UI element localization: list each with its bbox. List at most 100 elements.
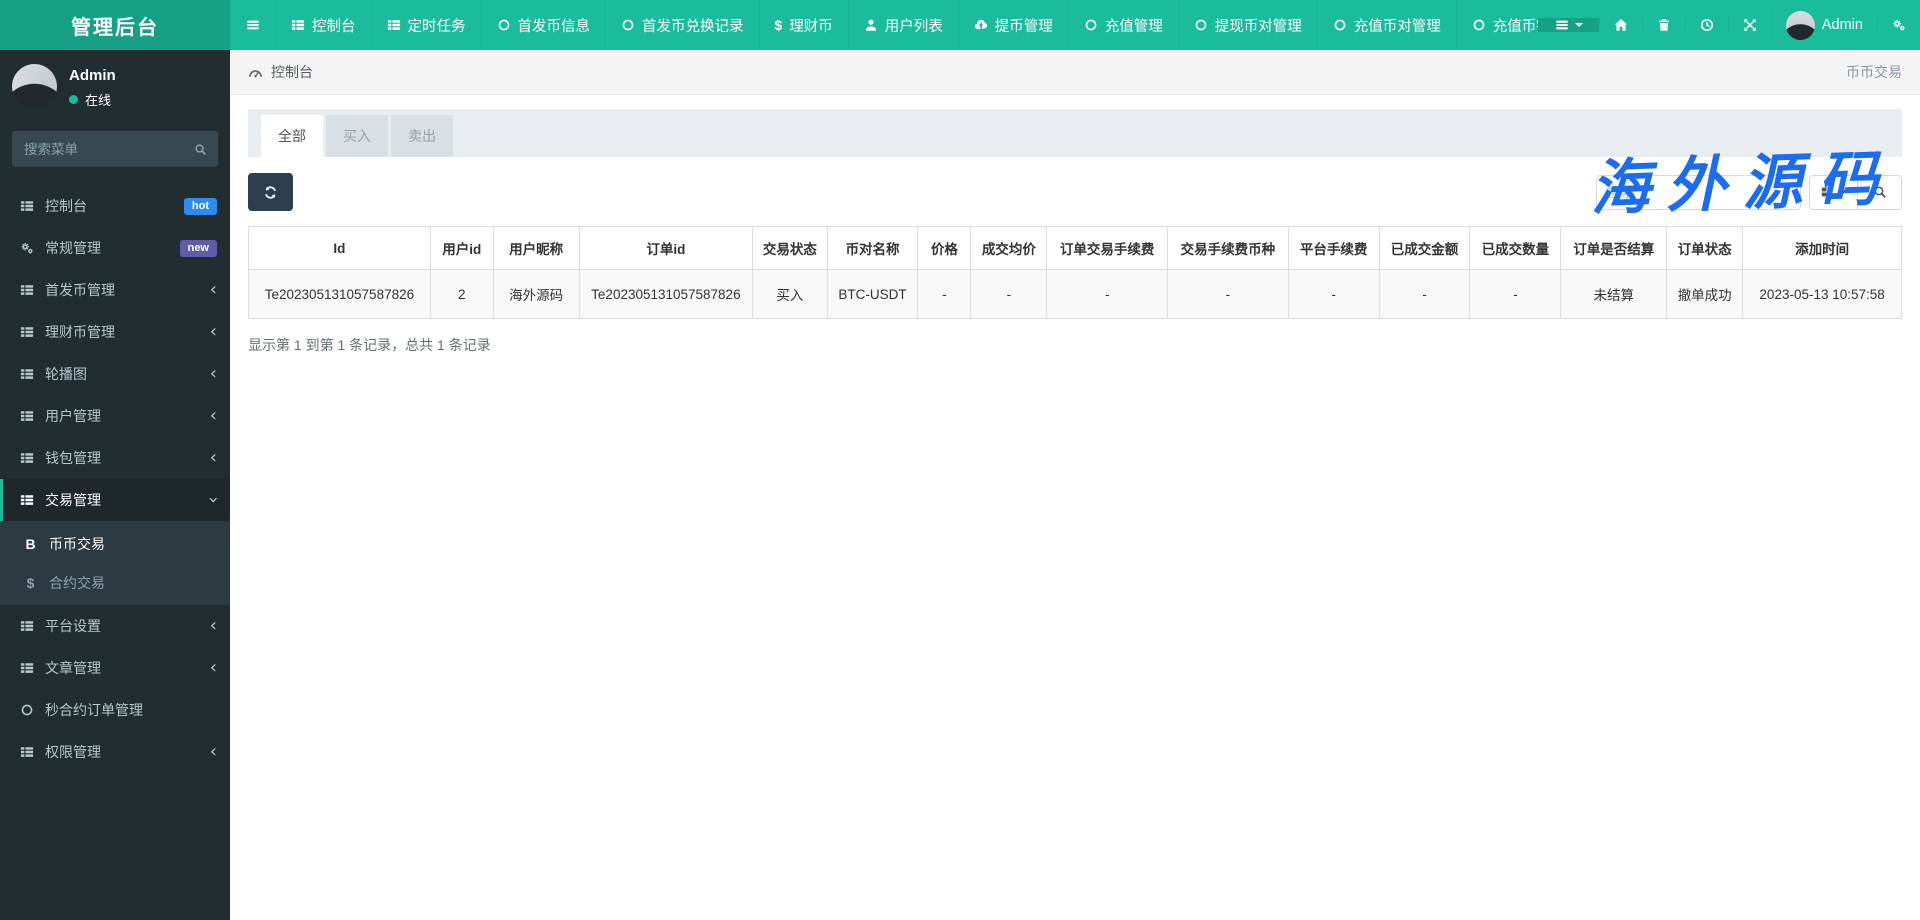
sidebar-user-panel: Admin 在线 [0,50,230,121]
sidebar-item-ico-manage[interactable]: 首发币管理 ‹ [0,269,230,311]
th-list-icon [18,283,35,297]
search-icon [1873,185,1887,199]
tab-sell[interactable]: 卖出 [391,115,453,157]
page-title: 币币交易 [1846,64,1902,80]
col-platform-fee: 平台手续费 [1287,226,1380,270]
cell-order-fee: - [1046,269,1169,319]
table-search-input[interactable] [1596,174,1801,210]
th-list-icon [18,367,35,381]
chevron-left-icon: ‹ [209,279,217,300]
col-settled: 订单是否结算 [1560,226,1668,270]
col-user-id: 用户id [429,226,494,270]
pagination-info: 显示第 1 到第 1 条记录，总共 1 条记录 [248,337,491,353]
chevron-left-icon: ‹ [209,657,217,678]
table-row: Te202305131057587826 2 海外源码 Te2023051310… [248,269,1902,319]
hamburger-icon [246,18,260,32]
nav-item-withdraw-coin[interactable]: 提币管理 [957,0,1068,50]
nav-item-user-list[interactable]: 用户列表 [847,0,958,50]
sidebar-submenu-trade: B 币币交易 $ 合约交易 [0,521,230,605]
circle-icon [1472,18,1486,32]
nav-item-ico-info[interactable]: 首发币信息 [480,0,606,50]
nav-item-recharge[interactable]: 充值管理 [1067,0,1178,50]
th-list-icon [18,199,35,213]
clear-cache-button[interactable] [1684,18,1728,32]
cell-trade-status: 买入 [752,269,828,319]
nav-item-withdraw-pairs[interactable]: 提现币对管理 [1177,0,1317,50]
sidebar-item-trade-manage[interactable]: 交易管理 ‹ [0,479,230,521]
nav-item-cron-tasks[interactable]: 定时任务 [370,0,481,50]
columns-icon [1820,185,1834,199]
sidebar-search-button[interactable] [186,135,214,163]
chevron-left-icon: ‹ [209,615,217,636]
home-button[interactable] [1598,18,1642,32]
col-id: Id [248,226,431,270]
col-user-nickname: 用户昵称 [492,226,580,270]
sidebar-item-second-contract-orders[interactable]: 秒合约订单管理 [0,689,230,731]
sidebar-item-user-manage[interactable]: 用户管理 ‹ [0,395,230,437]
sidebar-item-console[interactable]: 控制台 hot [0,185,230,227]
th-list-icon [18,451,35,465]
chevron-down-icon: ‹ [202,496,224,504]
caret-down-icon [1574,23,1583,27]
circle-icon [1333,18,1347,32]
sidebar-item-general[interactable]: 常规管理 new [0,227,230,269]
breadcrumb: 控制台 币币交易 [230,50,1920,95]
circle-icon [497,18,511,32]
col-order-status: 订单状态 [1666,226,1744,270]
sidebar-item-wallet-manage[interactable]: 钱包管理 ‹ [0,437,230,479]
nav-item-recharge-pairs[interactable]: 充值币对管理 [1316,0,1456,50]
col-filled-amount: 已成交金额 [1378,226,1471,270]
tab-all[interactable]: 全部 [261,115,323,157]
brand-logo[interactable]: 管理后台 [0,0,230,50]
user-menu[interactable]: Admin [1770,10,1877,40]
nav-item-ico-exchange-records[interactable]: 首发币兑换记录 [605,0,759,50]
nav-item-finance-coin[interactable]: $ 理财币 [758,0,848,50]
chevron-left-icon: ‹ [209,741,217,762]
trash-icon [1657,18,1671,32]
online-status-label: 在线 [85,93,112,108]
sidebar-item-contract-trade[interactable]: $ 合约交易 [0,563,230,602]
settings-button[interactable] [1877,18,1920,32]
col-created-time: 添加时间 [1742,226,1902,270]
cloud-upload-icon [974,18,988,32]
breadcrumb-home-link[interactable]: 控制台 [248,62,313,82]
search-button[interactable] [1858,174,1902,210]
col-price: 价格 [917,226,972,270]
columns-dropdown-button[interactable] [1809,174,1858,210]
cell-settled: 未结算 [1560,269,1668,319]
th-list-icon [18,745,35,759]
history-icon [1700,18,1714,32]
chevron-left-icon: ‹ [209,447,217,468]
sidebar-toggle-button[interactable] [230,0,275,50]
th-list-icon [18,661,35,675]
sidebar-item-spot-trade[interactable]: B 币币交易 [0,524,230,563]
sidebar-search [12,131,218,167]
top-navbar: 管理后台 控制台 定时任务 首发币信息 首发币兑换记录 $ 理财币 用户列表 提币… [0,0,1920,50]
sidebar-item-finance-coin-manage[interactable]: 理财币管理 ‹ [0,311,230,353]
cell-id: Te202305131057587826 [248,269,431,319]
chevron-left-icon: ‹ [209,363,217,384]
trade-panel: 全部 买入 卖出 海外源码 搜索 Id 用户id 用户昵称 订单id 交易状态 … [248,109,1902,361]
fullscreen-button[interactable] [1727,18,1771,32]
table-search-area [1596,174,1902,210]
caret-down-icon [1839,190,1847,194]
dashboard-icon [248,65,263,80]
cell-price: - [917,269,972,319]
sidebar-item-platform-settings[interactable]: 平台设置 ‹ [0,605,230,647]
th-list-icon [291,18,305,32]
circle-icon [1194,18,1208,32]
refresh-button[interactable] [248,173,293,211]
clear-trash-button[interactable] [1641,18,1685,32]
nav-item-console[interactable]: 控制台 [275,0,371,50]
bitcoin-icon: B [25,535,36,552]
cell-filled-amount: - [1378,269,1471,319]
home-icon [1614,18,1628,32]
nav-menu-dropdown-button[interactable] [1537,18,1599,32]
sidebar-item-article-manage[interactable]: 文章管理 ‹ [0,647,230,689]
sidebar-item-permission-manage[interactable]: 权限管理 ‹ [0,731,230,773]
th-list-icon [18,325,35,339]
sidebar-item-carousel[interactable]: 轮播图 ‹ [0,353,230,395]
tab-buy[interactable]: 买入 [326,115,388,157]
cell-filled-quantity: - [1469,269,1562,319]
cell-order-id: Te202305131057587826 [578,269,754,319]
